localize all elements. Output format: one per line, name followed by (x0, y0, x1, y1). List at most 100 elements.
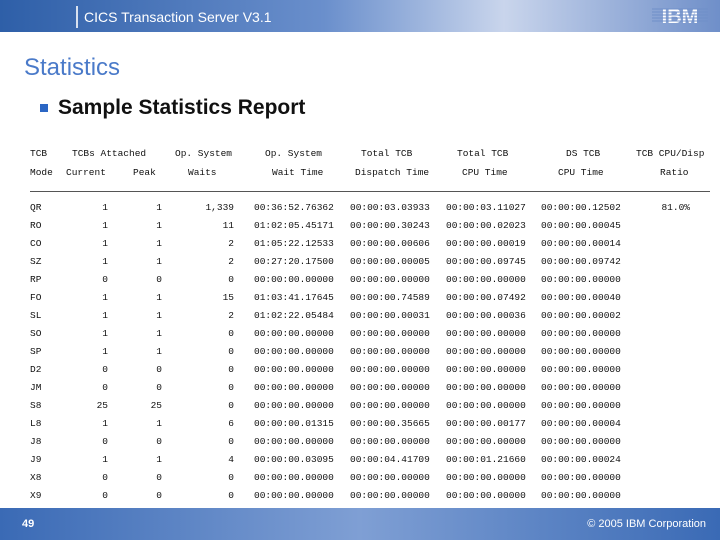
cell-cpu-time: 00:00:00.00000 (446, 382, 526, 393)
cell-dispatch-time: 00:00:00.00005 (350, 256, 430, 267)
cell-os-waits: 6 (228, 418, 234, 429)
cell-dispatch-time: 00:00:00.00000 (350, 382, 430, 393)
cell-cpu-time: 00:00:00.00000 (446, 436, 526, 447)
cell-tcb-mode: RO (30, 220, 42, 231)
cell-os-wait-time: 00:00:00.00000 (254, 436, 334, 447)
cell-dispatch-time: 00:00:00.00000 (350, 328, 430, 339)
cell-tcbs-peak: 25 (150, 400, 162, 411)
cell-ds-cpu-time: 00:00:00.00002 (541, 310, 621, 321)
header-cell: CPU Time (558, 167, 604, 178)
cell-tcb-mode: FO (30, 292, 42, 303)
cell-ds-cpu-time: 00:00:00.00004 (541, 418, 621, 429)
header-cell: Peak (133, 167, 156, 178)
copyright-text: © 2005 IBM Corporation (587, 518, 706, 530)
cell-tcbs-current: 0 (102, 274, 108, 285)
header-cell: Total TCB (361, 148, 413, 159)
cell-ds-cpu-time: 00:00:00.00000 (541, 382, 621, 393)
header-divider (76, 6, 78, 28)
cell-ds-cpu-time: 00:00:00.00024 (541, 454, 621, 465)
slide-title: Statistics (24, 54, 121, 81)
cell-tcbs-current: 0 (102, 382, 108, 393)
cell-cpu-time: 00:00:00.00000 (446, 364, 526, 375)
cell-tcbs-peak: 1 (156, 256, 162, 267)
cell-tcb-mode: SZ (30, 256, 42, 267)
cell-os-waits: 0 (228, 328, 234, 339)
cell-os-wait-time: 01:03:41.17645 (254, 292, 334, 303)
header-cell: Waits (188, 167, 217, 178)
header-cell: Mode (30, 167, 53, 178)
cell-dispatch-time: 00:00:04.41709 (350, 454, 430, 465)
cell-ds-cpu-time: 00:00:00.00000 (541, 400, 621, 411)
cell-cpu-time: 00:00:00.00000 (446, 490, 526, 501)
header-cell: Current (66, 167, 106, 178)
cell-tcbs-peak: 1 (156, 220, 162, 231)
cell-os-waits: 2 (228, 238, 234, 249)
cell-os-waits: 0 (228, 490, 234, 501)
cell-os-wait-time: 00:00:00.00000 (254, 364, 334, 375)
bullet-square-icon (40, 104, 48, 112)
cell-dispatch-time: 00:00:00.00606 (350, 238, 430, 249)
cell-tcbs-current: 1 (102, 238, 108, 249)
cell-os-waits: 11 (222, 220, 234, 231)
cell-os-waits: 1,339 (205, 202, 234, 213)
cell-cpu-time: 00:00:00.00000 (446, 328, 526, 339)
cell-tcbs-current: 0 (102, 364, 108, 375)
cell-ds-cpu-time: 00:00:00.00000 (541, 472, 621, 483)
statistics-report: TCB TCBs Attached Op. System Op. System … (0, 144, 720, 504)
cell-tcbs-peak: 1 (156, 310, 162, 321)
cell-dispatch-time: 00:00:03.03933 (350, 202, 430, 213)
cell-ds-cpu-time: 00:00:00.00000 (541, 274, 621, 285)
cell-dispatch-time: 00:00:00.35665 (350, 418, 430, 429)
cell-ds-cpu-time: 00:00:00.00040 (541, 292, 621, 303)
cell-os-wait-time: 00:00:00.01315 (254, 418, 334, 429)
cell-tcbs-current: 25 (96, 400, 108, 411)
cell-tcb-mode: SP (30, 346, 42, 357)
header-cell: TCB (30, 148, 48, 159)
cell-dispatch-time: 00:00:00.00000 (350, 364, 430, 375)
header-cell: Dispatch Time (355, 167, 430, 178)
cell-os-wait-time: 00:27:20.17500 (254, 256, 334, 267)
header-cell: TCBs Attached (72, 148, 147, 159)
cell-ds-cpu-time: 00:00:00.12502 (541, 202, 621, 213)
cell-os-wait-time: 00:00:00.00000 (254, 328, 334, 339)
cell-tcbs-peak: 0 (156, 274, 162, 285)
cell-cpu-time: 00:00:01.21660 (446, 454, 526, 465)
cell-cpu-time: 00:00:00.09745 (446, 256, 526, 267)
cell-dispatch-time: 00:00:00.00031 (350, 310, 430, 321)
header-bar: CICS Transaction Server V3.1 IBM (0, 0, 720, 32)
header-divider-line (30, 191, 710, 192)
cell-tcbs-current: 1 (102, 328, 108, 339)
cell-ds-cpu-time: 00:00:00.00000 (541, 490, 621, 501)
cell-tcbs-current: 1 (102, 418, 108, 429)
cell-cpu-time: 00:00:00.00019 (446, 238, 526, 249)
header-cell: Wait Time (272, 167, 324, 178)
header-cell: DS TCB (566, 148, 601, 159)
cell-cpu-disp-ratio: 81.0% (661, 202, 690, 213)
cell-tcbs-peak: 0 (156, 364, 162, 375)
cell-os-waits: 0 (228, 364, 234, 375)
header-cell: Op. System (265, 148, 323, 159)
cell-dispatch-time: 00:00:00.00000 (350, 346, 430, 357)
cell-os-waits: 0 (228, 436, 234, 447)
footer-bar: 49 © 2005 IBM Corporation (0, 508, 720, 540)
cell-cpu-time: 00:00:00.00000 (446, 400, 526, 411)
cell-cpu-time: 00:00:00.00036 (446, 310, 526, 321)
cell-dispatch-time: 00:00:00.00000 (350, 472, 430, 483)
cell-os-wait-time: 00:00:00.00000 (254, 472, 334, 483)
cell-os-wait-time: 00:00:00.00000 (254, 382, 334, 393)
cell-dispatch-time: 00:00:00.30243 (350, 220, 430, 231)
cell-ds-cpu-time: 00:00:00.00000 (541, 364, 621, 375)
cell-os-waits: 2 (228, 256, 234, 267)
cell-tcb-mode: J8 (30, 436, 42, 447)
cell-cpu-time: 00:00:00.00000 (446, 346, 526, 357)
cell-os-wait-time: 01:05:22.12533 (254, 238, 334, 249)
cell-tcbs-peak: 1 (156, 292, 162, 303)
cell-tcbs-peak: 0 (156, 472, 162, 483)
cell-os-waits: 0 (228, 382, 234, 393)
cell-tcbs-peak: 0 (156, 436, 162, 447)
cell-cpu-time: 00:00:00.07492 (446, 292, 526, 303)
cell-os-waits: 2 (228, 310, 234, 321)
cell-tcb-mode: CO (30, 238, 42, 249)
bullet-text: Sample Statistics Report (58, 96, 306, 119)
cell-tcbs-current: 1 (102, 256, 108, 267)
